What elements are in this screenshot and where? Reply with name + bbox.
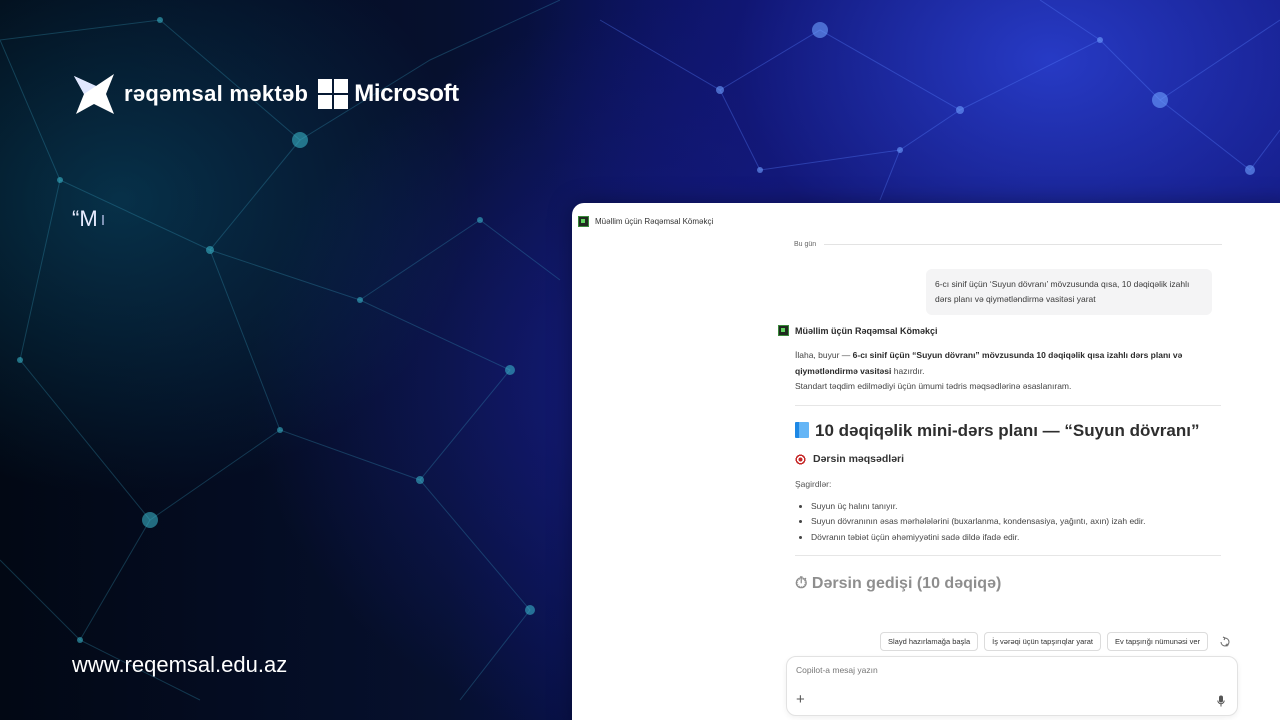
suggestion-chip-worksheet[interactable]: İş vərəqi üçün tapşırıqlar yarat — [984, 632, 1102, 651]
bot-note: Standart təqdim edilmədiyi üçün ümumi tə… — [795, 381, 1072, 391]
message-input[interactable] — [796, 665, 1176, 675]
mic-icon[interactable] — [1217, 695, 1225, 707]
bot-icon — [578, 216, 589, 227]
goals-list: Suyun üç halını tanıyır. Suyun dövranını… — [795, 499, 1221, 546]
message-composer: + — [786, 656, 1238, 716]
brand-name: rəqəmsal məktəb — [124, 81, 309, 106]
bot-message-header: Müəllim üçün Rəqəmsal Köməkçi — [778, 325, 938, 336]
list-item: Suyun üç halını tanıyır. — [811, 499, 1221, 515]
microsoft-logo-icon — [318, 79, 349, 109]
lesson-plan-heading: 10 dəqiqəlik mini-dərs planı — “Suyun dö… — [795, 420, 1221, 442]
students-label: Şagirdlər: — [795, 479, 832, 489]
sparkle-refresh-icon[interactable] — [1218, 635, 1232, 649]
book-icon — [795, 421, 809, 438]
bot-message: İlaha, buyur — 6-cı sinif üçün “Suyun dö… — [795, 348, 1221, 592]
suggestion-chips: Slayd hazırlamağa başla İş vərəqi üçün t… — [880, 632, 1232, 651]
suggestion-chip-homework[interactable]: Ev tapşırığı nümunəsi ver — [1107, 632, 1209, 651]
objectives-heading: Dərsin məqsədləri — [795, 452, 1221, 468]
reqemsal-logo-icon — [74, 74, 114, 114]
quote-text: “M — [72, 206, 104, 232]
assistant-window: Müəllim üçün Rəqəmsal Köməkçi Bu gün 6-c… — [572, 203, 1280, 720]
bot-icon — [778, 325, 789, 336]
divider — [795, 404, 1221, 406]
target-icon — [795, 453, 806, 465]
user-message: 6-cı sinif üçün ‘Suyun dövranı’ mövzusun… — [926, 269, 1212, 315]
brand-lockup: rəqəmsal məktəb Microsoft — [72, 72, 459, 116]
website-url: www.reqemsal.edu.az — [72, 652, 288, 677]
microsoft-wordmark: Microsoft — [354, 80, 459, 107]
app-title: Müəllim üçün Rəqəmsal Köməkçi — [595, 217, 714, 226]
suggestion-chip-slides[interactable]: Slayd hazırlamağa başla — [880, 632, 979, 651]
day-separator: Bu gün — [794, 241, 1222, 248]
bot-intro: İlaha, buyur — 6-cı sinif üçün “Suyun dö… — [795, 350, 1183, 376]
scroll-fade — [772, 595, 1232, 635]
lesson-flow-heading: ⏱ Dərsin gedişi (10 dəqiqə) — [795, 575, 1002, 592]
divider — [795, 555, 1221, 556]
app-titlebar: Müəllim üçün Rəqəmsal Köməkçi — [578, 216, 713, 227]
plus-icon[interactable]: + — [796, 692, 805, 707]
list-item: Suyun dövranının əsas mərhələlərini (bux… — [811, 514, 1221, 530]
bot-name: Müəllim üçün Rəqəmsal Köməkçi — [795, 325, 938, 336]
list-item: Dövranın təbiət üçün əhəmiyyətini sadə d… — [811, 530, 1221, 546]
